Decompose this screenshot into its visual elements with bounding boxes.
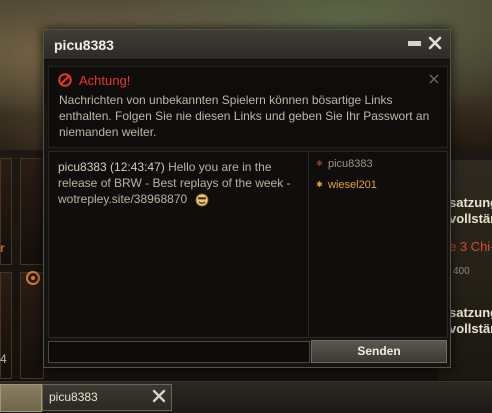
taskbar-slot[interactable] xyxy=(0,384,42,412)
online-status-icon: ✱ xyxy=(316,159,323,168)
message-history[interactable]: picu8383 (12:43:47) Hello you are in the… xyxy=(48,151,309,338)
participant-name: picu8383 xyxy=(328,158,373,170)
warning-text: Nachrichten von unbekannten Spielern kön… xyxy=(59,93,430,139)
participant-name: wiesel201 xyxy=(328,179,377,191)
chat-window-title: picu8383 xyxy=(54,37,114,53)
right-text-3: e 3 Chi- xyxy=(449,239,492,254)
taskbar-chat-tab[interactable]: picu8383 xyxy=(42,384,172,411)
smiley-icon xyxy=(195,193,209,207)
message-input[interactable] xyxy=(48,341,310,363)
participant-item[interactable]: ✱ wiesel201 xyxy=(316,179,377,191)
send-button[interactable]: Senden xyxy=(311,340,447,363)
chat-window: picu8383 Achtung! Nachrichten von unbeka… xyxy=(43,29,451,368)
chat-window-titlebar[interactable]: picu8383 xyxy=(44,30,450,60)
online-status-icon: ✱ xyxy=(316,180,323,189)
left-vehicle-card-3[interactable] xyxy=(20,158,44,265)
participant-list: ✱ picu8383 ✱ wiesel201 xyxy=(308,151,448,338)
close-icon[interactable] xyxy=(151,388,167,404)
right-text-2: vollstän xyxy=(449,211,492,226)
warning-icon xyxy=(58,73,72,87)
right-text-5: satzung xyxy=(449,305,492,320)
warning-title: Achtung! xyxy=(79,73,131,88)
close-icon[interactable] xyxy=(428,36,442,50)
participant-item[interactable]: ✱ picu8383 xyxy=(316,158,373,170)
message-sender: picu8383 (12:43:47) xyxy=(58,160,165,174)
security-warning: Achtung! Nachrichten von unbekannten Spi… xyxy=(48,66,448,148)
left-vehicle-card-4[interactable] xyxy=(20,272,44,379)
tier-emblem-icon xyxy=(26,271,40,285)
right-text-1: satzung xyxy=(449,195,492,210)
chat-message: picu8383 (12:43:47) Hello you are in the… xyxy=(58,159,303,207)
close-icon[interactable] xyxy=(429,74,439,84)
right-text-6: vollstän xyxy=(449,321,492,336)
left-card-text: r xyxy=(0,241,5,255)
taskbar-tab-label: picu8383 xyxy=(49,390,98,404)
right-text-4: 400 xyxy=(453,266,470,277)
minimize-icon[interactable] xyxy=(408,41,421,47)
left-card-text-2: 4 xyxy=(0,352,7,366)
